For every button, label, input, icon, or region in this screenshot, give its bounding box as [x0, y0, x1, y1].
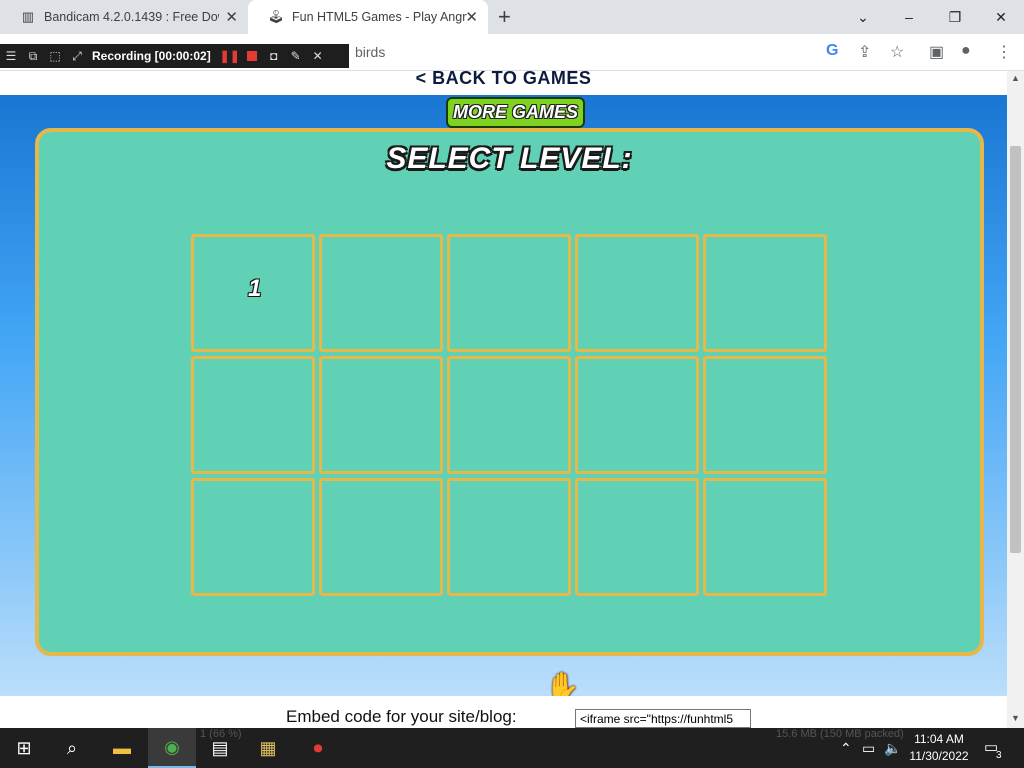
- game-canvas[interactable]: MORE GAMES SELECT LEVEL: 1 ✋: [0, 95, 1007, 702]
- tab-title: Bandicam 4.2.0.1439 : Free Down: [44, 10, 219, 24]
- close-window-button[interactable]: ✕: [978, 0, 1024, 34]
- recording-toolbar: ☰ ⧉ ⬚ ⤢ Recording [00:00:02] ❚❚ ◘ ✎ ✕: [0, 44, 349, 68]
- level-cell[interactable]: [191, 356, 315, 474]
- more-games-button[interactable]: MORE GAMES: [446, 97, 585, 128]
- level-cell[interactable]: [575, 356, 699, 474]
- fullscreen-icon[interactable]: ⤢: [66, 49, 88, 64]
- archive-icon[interactable]: ▦: [244, 728, 292, 768]
- file-explorer-icon[interactable]: ▬: [98, 728, 146, 768]
- level-cell[interactable]: [447, 356, 571, 474]
- menu-kebab-icon[interactable]: ⋮: [996, 42, 1012, 62]
- restore-button[interactable]: ❐: [932, 0, 978, 34]
- google-icon[interactable]: G: [826, 42, 838, 60]
- overlay-stat-right: 15.6 MB (150 MB packed): [776, 728, 904, 740]
- tab-fun-html5-games[interactable]: 🕹 Fun HTML5 Games - Play Angry ✕: [248, 0, 488, 34]
- pause-icon[interactable]: ❚❚: [219, 49, 241, 63]
- browser-tab-bar: ▥ Bandicam 4.2.0.1439 : Free Down ✕ 🕹 Fu…: [0, 0, 1024, 34]
- level-cell[interactable]: [319, 478, 443, 596]
- new-tab-button[interactable]: +: [498, 4, 511, 30]
- level-cell[interactable]: [703, 478, 827, 596]
- stop-icon[interactable]: [246, 51, 257, 61]
- tab-title: Fun HTML5 Games - Play Angry: [292, 10, 467, 24]
- recording-timer: Recording [00:00:02]: [92, 49, 211, 63]
- pencil-icon[interactable]: ✎: [285, 49, 307, 63]
- level-cell[interactable]: [447, 234, 571, 352]
- region-icon[interactable]: ⬚: [44, 49, 66, 63]
- bandicam-record-icon[interactable]: ⏺: [294, 728, 342, 768]
- clock-time: 11:04 AM: [914, 732, 964, 746]
- level-cell[interactable]: [575, 478, 699, 596]
- network-icon[interactable]: ▭: [862, 740, 875, 757]
- clock-date: 11/30/2022: [909, 749, 969, 763]
- volume-icon[interactable]: 🔈: [884, 740, 901, 757]
- search-icon[interactable]: ⌕: [48, 728, 96, 768]
- notification-count: 3: [996, 750, 1002, 761]
- level-cell[interactable]: [191, 478, 315, 596]
- level-grid: 1: [191, 234, 827, 596]
- level-number: 1: [248, 275, 262, 302]
- scroll-up-icon[interactable]: ▲: [1011, 73, 1020, 83]
- embed-code-input[interactable]: <iframe src="https://funhtml5: [575, 709, 751, 728]
- profile-avatar-icon[interactable]: ●: [961, 42, 971, 60]
- scroll-thumb[interactable]: [1010, 146, 1021, 553]
- minimize-button[interactable]: –: [886, 0, 932, 34]
- level-cell[interactable]: [447, 478, 571, 596]
- bandicam-icon: ▥: [21, 9, 35, 24]
- select-level-title: SELECT LEVEL:: [386, 142, 633, 175]
- level-cell[interactable]: [575, 234, 699, 352]
- level-cell[interactable]: [703, 234, 827, 352]
- tab-close-icon[interactable]: ✕: [225, 8, 238, 26]
- overlay-stat-left: 1 (66 %): [200, 728, 242, 740]
- level-cell[interactable]: 1: [191, 234, 315, 352]
- scroll-down-icon[interactable]: ▼: [1011, 713, 1020, 723]
- level-cell[interactable]: [319, 234, 443, 352]
- level-select-panel: SELECT LEVEL: 1: [35, 128, 984, 656]
- window-mode-icon[interactable]: ⧉: [22, 49, 44, 64]
- menu-icon[interactable]: ☰: [0, 49, 22, 63]
- embed-label: Embed code for your site/blog:: [286, 707, 517, 726]
- camera-icon[interactable]: ◘: [263, 49, 285, 63]
- bookmark-star-icon[interactable]: ☆: [890, 42, 904, 62]
- side-panel-icon[interactable]: ▣: [929, 42, 944, 62]
- scrollbar[interactable]: ▲ ▼: [1007, 71, 1024, 728]
- share-icon[interactable]: ⇪: [858, 42, 871, 62]
- windows-taskbar: ⊞ ⌕ ▬ ◉ ▤ ▦ ⏺ 1 (66 %) 15.6 MB (150 MB p…: [0, 728, 1024, 768]
- system-clock[interactable]: 11:04 AM 11/30/2022: [906, 731, 972, 765]
- tab-search-icon[interactable]: ⌄: [840, 0, 886, 34]
- close-icon[interactable]: ✕: [307, 49, 329, 63]
- joystick-icon: 🕹: [267, 9, 285, 24]
- back-to-games-link[interactable]: < BACK TO GAMES: [0, 71, 1007, 95]
- page-content: < BACK TO GAMES MORE GAMES SELECT LEVEL:…: [0, 71, 1007, 728]
- url-text[interactable]: birds: [355, 44, 385, 60]
- tab-bandicam[interactable]: ▥ Bandicam 4.2.0.1439 : Free Down ✕: [0, 0, 248, 34]
- level-cell[interactable]: [703, 356, 827, 474]
- tab-close-icon[interactable]: ✕: [465, 8, 478, 26]
- chrome-icon[interactable]: ◉: [148, 728, 196, 768]
- windows-start-icon[interactable]: ⊞: [0, 728, 48, 768]
- level-cell[interactable]: [319, 356, 443, 474]
- chevron-up-icon[interactable]: ⌃: [840, 740, 852, 757]
